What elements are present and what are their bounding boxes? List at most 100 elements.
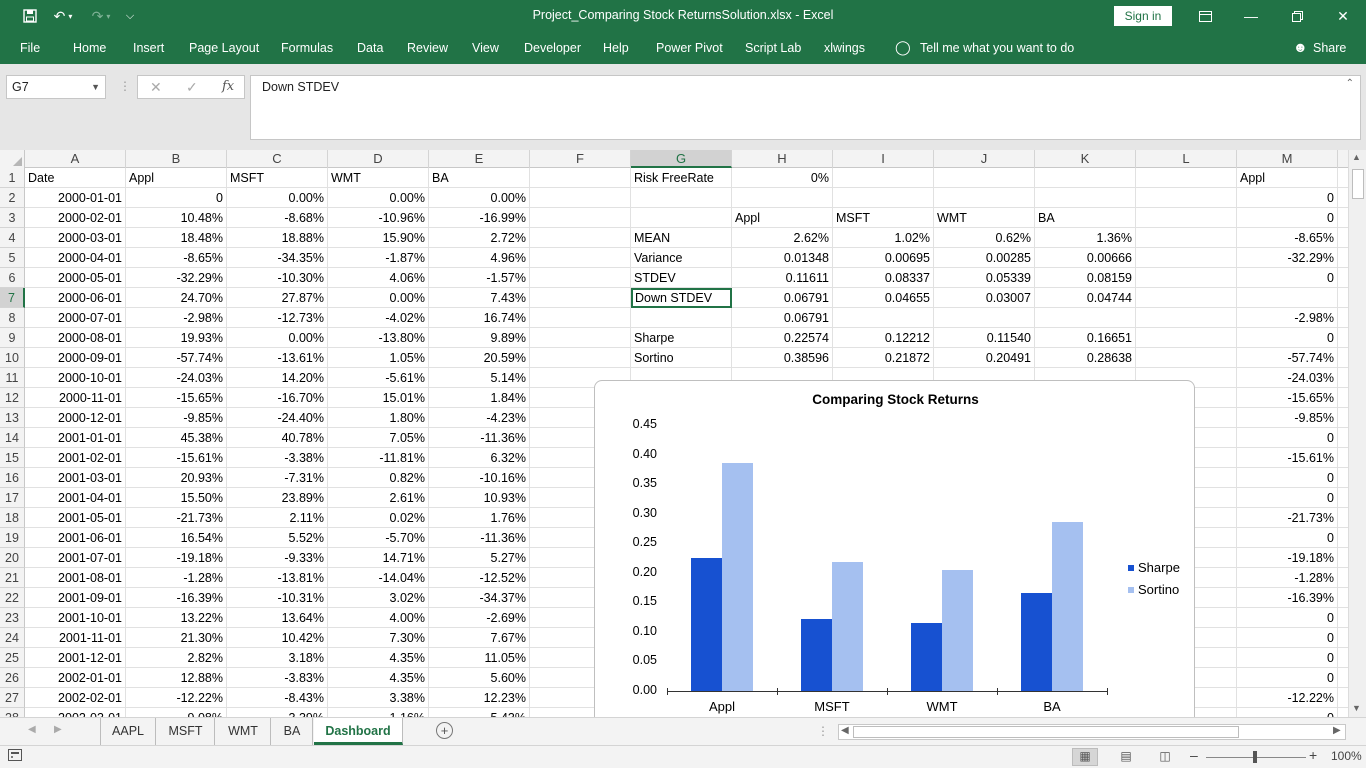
row-header[interactable]: 2	[0, 188, 25, 208]
tab-script-lab[interactable]: Script Lab	[745, 41, 801, 55]
grid-cell[interactable]	[1338, 168, 1348, 188]
grid-cell[interactable]	[530, 268, 631, 288]
grid-cell[interactable]: -16.39%	[1237, 588, 1338, 608]
grid-cell[interactable]	[631, 188, 732, 208]
row-header[interactable]: 1	[0, 168, 25, 188]
row-header[interactable]: 19	[0, 528, 25, 548]
grid-cell[interactable]: 2000-10-01	[25, 368, 126, 388]
row-header[interactable]: 5	[0, 248, 25, 268]
column-header-i[interactable]: I	[833, 150, 934, 168]
grid-cell[interactable]: Appl	[126, 168, 227, 188]
row-header[interactable]: 13	[0, 408, 25, 428]
grid-cell[interactable]: 0.00%	[227, 188, 328, 208]
row-header[interactable]: 25	[0, 648, 25, 668]
grid-cell[interactable]: -3.83%	[227, 668, 328, 688]
grid-cell[interactable]: 2001-03-01	[25, 468, 126, 488]
grid-cell[interactable]: 24.70%	[126, 288, 227, 308]
grid-cell[interactable]: 0	[1237, 468, 1338, 488]
column-header-e[interactable]: E	[429, 150, 530, 168]
grid-cell[interactable]: 5.60%	[429, 668, 530, 688]
row-header[interactable]: 8	[0, 308, 25, 328]
grid-cell[interactable]: 2001-02-01	[25, 448, 126, 468]
grid-cell[interactable]	[1338, 548, 1348, 568]
grid-cell[interactable]	[1136, 248, 1237, 268]
grid-cell[interactable]: 4.35%	[328, 648, 429, 668]
tab-developer[interactable]: Developer	[524, 41, 581, 55]
grid-cell[interactable]: 27.87%	[227, 288, 328, 308]
grid-cell[interactable]	[631, 308, 732, 328]
grid-cell[interactable]: 0.04744	[1035, 288, 1136, 308]
grid-cell[interactable]: 5.27%	[429, 548, 530, 568]
grid-cell[interactable]: -15.65%	[1237, 388, 1338, 408]
grid-cell[interactable]: 6.32%	[429, 448, 530, 468]
grid-cell[interactable]: 2002-01-01	[25, 668, 126, 688]
row-header[interactable]: 17	[0, 488, 25, 508]
grid-cell[interactable]	[833, 168, 934, 188]
grid-cell[interactable]: -8.68%	[227, 208, 328, 228]
grid-cell[interactable]	[1136, 228, 1237, 248]
grid-cell[interactable]: 2001-06-01	[25, 528, 126, 548]
grid-cell[interactable]	[1338, 308, 1348, 328]
grid-cell[interactable]: 2000-02-01	[25, 208, 126, 228]
grid-cell[interactable]: 2001-10-01	[25, 608, 126, 628]
grid-cell[interactable]: 2000-04-01	[25, 248, 126, 268]
chevron-down-icon[interactable]: ▼	[91, 76, 100, 98]
row-header[interactable]: 20	[0, 548, 25, 568]
grid-cell[interactable]: 0.03007	[934, 288, 1035, 308]
grid-cell[interactable]: -9.08%	[126, 708, 227, 717]
grid-cell[interactable]	[833, 188, 934, 208]
grid-cell[interactable]	[1035, 188, 1136, 208]
column-header-k[interactable]: K	[1035, 150, 1136, 168]
grid-cell[interactable]	[1338, 648, 1348, 668]
grid-cell[interactable]	[1338, 248, 1348, 268]
bar-sortino-msft[interactable]	[832, 561, 863, 691]
grid-cell[interactable]: -9.85%	[1237, 408, 1338, 428]
grid-cell[interactable]	[530, 348, 631, 368]
grid-cell[interactable]: 0	[1237, 528, 1338, 548]
grid-cell[interactable]: 2000-08-01	[25, 328, 126, 348]
grid-cell[interactable]: BA	[1035, 208, 1136, 228]
grid-cell[interactable]: 0	[1237, 208, 1338, 228]
grid-cell[interactable]: 2000-05-01	[25, 268, 126, 288]
grid-cell[interactable]	[1035, 308, 1136, 328]
grid-cell[interactable]: 2000-11-01	[25, 388, 126, 408]
grid-cell[interactable]: -24.03%	[1237, 368, 1338, 388]
grid-cell[interactable]: -4.02%	[328, 308, 429, 328]
grid-cell[interactable]: 2000-06-01	[25, 288, 126, 308]
grid-cell[interactable]: -32.29%	[126, 268, 227, 288]
grid-cell[interactable]: 2002-02-01	[25, 688, 126, 708]
grid-cell[interactable]	[1338, 328, 1348, 348]
grid-cell[interactable]: 2001-09-01	[25, 588, 126, 608]
grid-cell[interactable]: 0.20491	[934, 348, 1035, 368]
grid-cell[interactable]: -4.23%	[429, 408, 530, 428]
grid-cell[interactable]: -19.18%	[1237, 548, 1338, 568]
grid-cell[interactable]	[530, 168, 631, 188]
tab-power-pivot[interactable]: Power Pivot	[656, 41, 723, 55]
grid-cell[interactable]: -16.39%	[126, 588, 227, 608]
zoom-out-icon[interactable]: –	[1190, 747, 1198, 763]
enter-icon[interactable]: ✓	[186, 79, 198, 96]
grid-cell[interactable]: Sortino	[631, 348, 732, 368]
grid-cell[interactable]: -11.81%	[328, 448, 429, 468]
grid-cell[interactable]: 3.18%	[227, 648, 328, 668]
row-header[interactable]: 23	[0, 608, 25, 628]
grid-cell[interactable]: -24.03%	[126, 368, 227, 388]
grid-cell[interactable]: 0.00%	[227, 328, 328, 348]
grid-cell[interactable]: 0	[1237, 488, 1338, 508]
grid-cell[interactable]	[1338, 368, 1348, 388]
grid-cell[interactable]: 2001-08-01	[25, 568, 126, 588]
grid-cell[interactable]: 0.08159	[1035, 268, 1136, 288]
grid-cell[interactable]: MSFT	[833, 208, 934, 228]
grid-cell[interactable]	[530, 288, 631, 308]
grid-cell[interactable]: 0	[1237, 648, 1338, 668]
normal-view-icon[interactable]: ▦	[1072, 748, 1098, 766]
grid-cell[interactable]: 0.00%	[328, 188, 429, 208]
column-header-l[interactable]: L	[1136, 150, 1237, 168]
grid-cell[interactable]: 12.88%	[126, 668, 227, 688]
grid-cell[interactable]: 2001-05-01	[25, 508, 126, 528]
grid-cell[interactable]: 0.00285	[934, 248, 1035, 268]
grid-cell[interactable]: 1.76%	[429, 508, 530, 528]
row-header[interactable]: 9	[0, 328, 25, 348]
grid-cell[interactable]: 2000-01-01	[25, 188, 126, 208]
grid-cell[interactable]: 4.35%	[328, 668, 429, 688]
